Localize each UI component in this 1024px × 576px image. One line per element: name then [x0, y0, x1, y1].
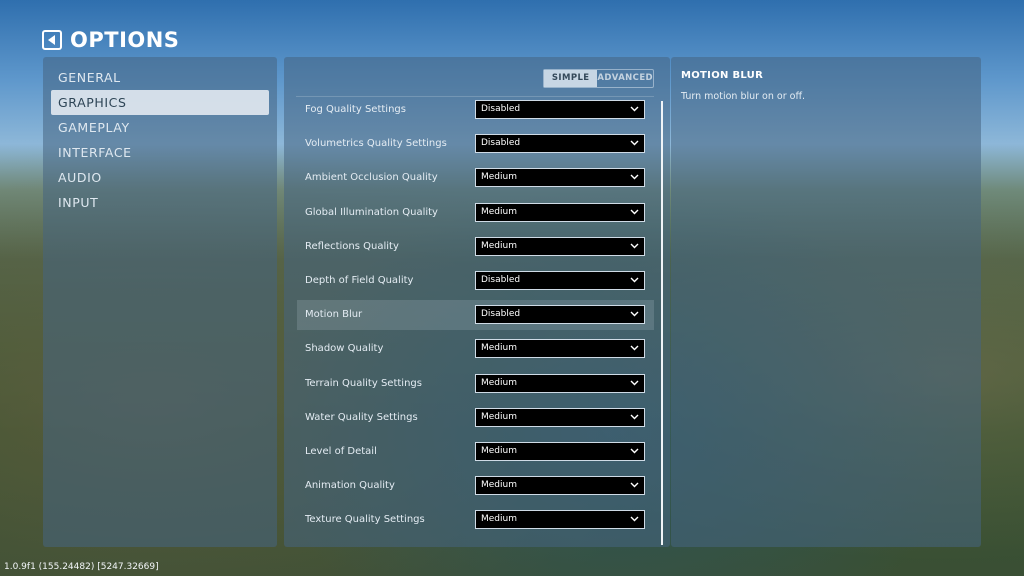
setting-dropdown[interactable]: Medium: [475, 203, 645, 222]
dropdown-value: Medium: [481, 378, 517, 388]
setting-label: Animation Quality: [305, 480, 395, 491]
chevron-down-icon: [630, 243, 639, 249]
chevron-down-icon: [630, 277, 639, 283]
setting-row[interactable]: Fog Quality Settings Disabled: [297, 95, 654, 125]
setting-row[interactable]: Level of Detail Medium: [297, 437, 654, 467]
page-title: OPTIONS: [70, 28, 180, 52]
setting-dropdown[interactable]: Disabled: [475, 134, 645, 153]
description-panel: MOTION BLUR Turn motion blur on or off.: [671, 57, 981, 547]
setting-label: Volumetrics Quality Settings: [305, 138, 447, 149]
setting-dropdown[interactable]: Medium: [475, 374, 645, 393]
setting-label: Level of Detail: [305, 446, 377, 457]
setting-dropdown[interactable]: Medium: [475, 442, 645, 461]
setting-label: Global Illumination Quality: [305, 207, 438, 218]
setting-row[interactable]: Motion Blur Disabled: [297, 300, 654, 330]
dropdown-value: Medium: [481, 343, 517, 353]
nav-item-graphics[interactable]: GRAPHICS: [51, 90, 269, 115]
chevron-down-icon: [630, 174, 639, 180]
dropdown-value: Disabled: [481, 104, 521, 114]
dropdown-value: Medium: [481, 514, 517, 524]
setting-row[interactable]: Animation Quality Medium: [297, 471, 654, 501]
nav-item-input[interactable]: INPUT: [51, 190, 269, 215]
nav-item-gameplay[interactable]: GAMEPLAY: [51, 115, 269, 140]
back-button[interactable]: [42, 30, 62, 50]
advanced-mode-button[interactable]: ADVANCED: [597, 70, 653, 87]
setting-dropdown[interactable]: Medium: [475, 408, 645, 427]
nav-item-general[interactable]: GENERAL: [51, 65, 269, 90]
description-title: MOTION BLUR: [681, 70, 764, 81]
dropdown-value: Medium: [481, 172, 517, 182]
setting-row[interactable]: Depth of Field Quality Disabled: [297, 266, 654, 296]
nav-item-interface[interactable]: INTERFACE: [51, 140, 269, 165]
version-label: 1.0.9f1 (155.24482) [5247.32669]: [4, 562, 159, 572]
setting-label: Shadow Quality: [305, 343, 384, 354]
setting-label: Motion Blur: [305, 309, 363, 320]
setting-label: Water Quality Settings: [305, 412, 418, 423]
setting-dropdown[interactable]: Medium: [475, 168, 645, 187]
setting-row[interactable]: Ambient Occlusion Quality Medium: [297, 163, 654, 193]
chevron-down-icon: [630, 140, 639, 146]
dropdown-value: Medium: [481, 241, 517, 251]
graphics-settings-panel: SIMPLE ADVANCED Fog Quality Settings Disa…: [284, 57, 670, 547]
setting-label: Reflections Quality: [305, 241, 399, 252]
setting-label: Fog Quality Settings: [305, 104, 406, 115]
setting-label: Terrain Quality Settings: [305, 378, 422, 389]
scrollbar[interactable]: [661, 101, 663, 545]
scrollbar-thumb[interactable]: [661, 101, 663, 545]
options-nav: GENERAL GRAPHICS GAMEPLAY INTERFACE AUDI…: [43, 57, 277, 547]
setting-row[interactable]: Terrain Quality Settings Medium: [297, 369, 654, 399]
setting-row[interactable]: Water Quality Settings Medium: [297, 403, 654, 433]
dropdown-value: Medium: [481, 446, 517, 456]
chevron-down-icon: [630, 414, 639, 420]
chevron-down-icon: [630, 448, 639, 454]
description-text: Turn motion blur on or off.: [681, 91, 806, 102]
setting-dropdown[interactable]: Medium: [475, 237, 645, 256]
nav-item-audio[interactable]: AUDIO: [51, 165, 269, 190]
dropdown-value: Medium: [481, 412, 517, 422]
simple-mode-button[interactable]: SIMPLE: [544, 70, 598, 87]
setting-row[interactable]: Reflections Quality Medium: [297, 232, 654, 262]
setting-row[interactable]: Global Illumination Quality Medium: [297, 198, 654, 228]
setting-label: Depth of Field Quality: [305, 275, 414, 286]
dropdown-value: Medium: [481, 480, 517, 490]
dropdown-value: Disabled: [481, 275, 521, 285]
setting-dropdown[interactable]: Medium: [475, 510, 645, 529]
options-header: OPTIONS: [42, 27, 179, 53]
mode-toggle: SIMPLE ADVANCED: [543, 69, 654, 88]
setting-dropdown[interactable]: Medium: [475, 339, 645, 358]
chevron-down-icon: [630, 482, 639, 488]
dropdown-value: Medium: [481, 207, 517, 217]
chevron-down-icon: [630, 311, 639, 317]
setting-label: Texture Quality Settings: [305, 514, 425, 525]
setting-row[interactable]: Texture Quality Settings Medium: [297, 505, 654, 535]
chevron-down-icon: [630, 106, 639, 112]
setting-dropdown[interactable]: Disabled: [475, 100, 645, 119]
setting-row[interactable]: Volumetrics Quality Settings Disabled: [297, 129, 654, 159]
setting-row[interactable]: Shadow Quality Medium: [297, 334, 654, 364]
dropdown-value: Disabled: [481, 138, 521, 148]
setting-dropdown[interactable]: Disabled: [475, 305, 645, 324]
chevron-down-icon: [630, 380, 639, 386]
chevron-down-icon: [630, 516, 639, 522]
chevron-down-icon: [630, 209, 639, 215]
dropdown-value: Disabled: [481, 309, 521, 319]
setting-dropdown[interactable]: Disabled: [475, 271, 645, 290]
setting-dropdown[interactable]: Medium: [475, 476, 645, 495]
back-arrow-icon: [48, 35, 55, 45]
chevron-down-icon: [630, 345, 639, 351]
setting-label: Ambient Occlusion Quality: [305, 172, 438, 183]
